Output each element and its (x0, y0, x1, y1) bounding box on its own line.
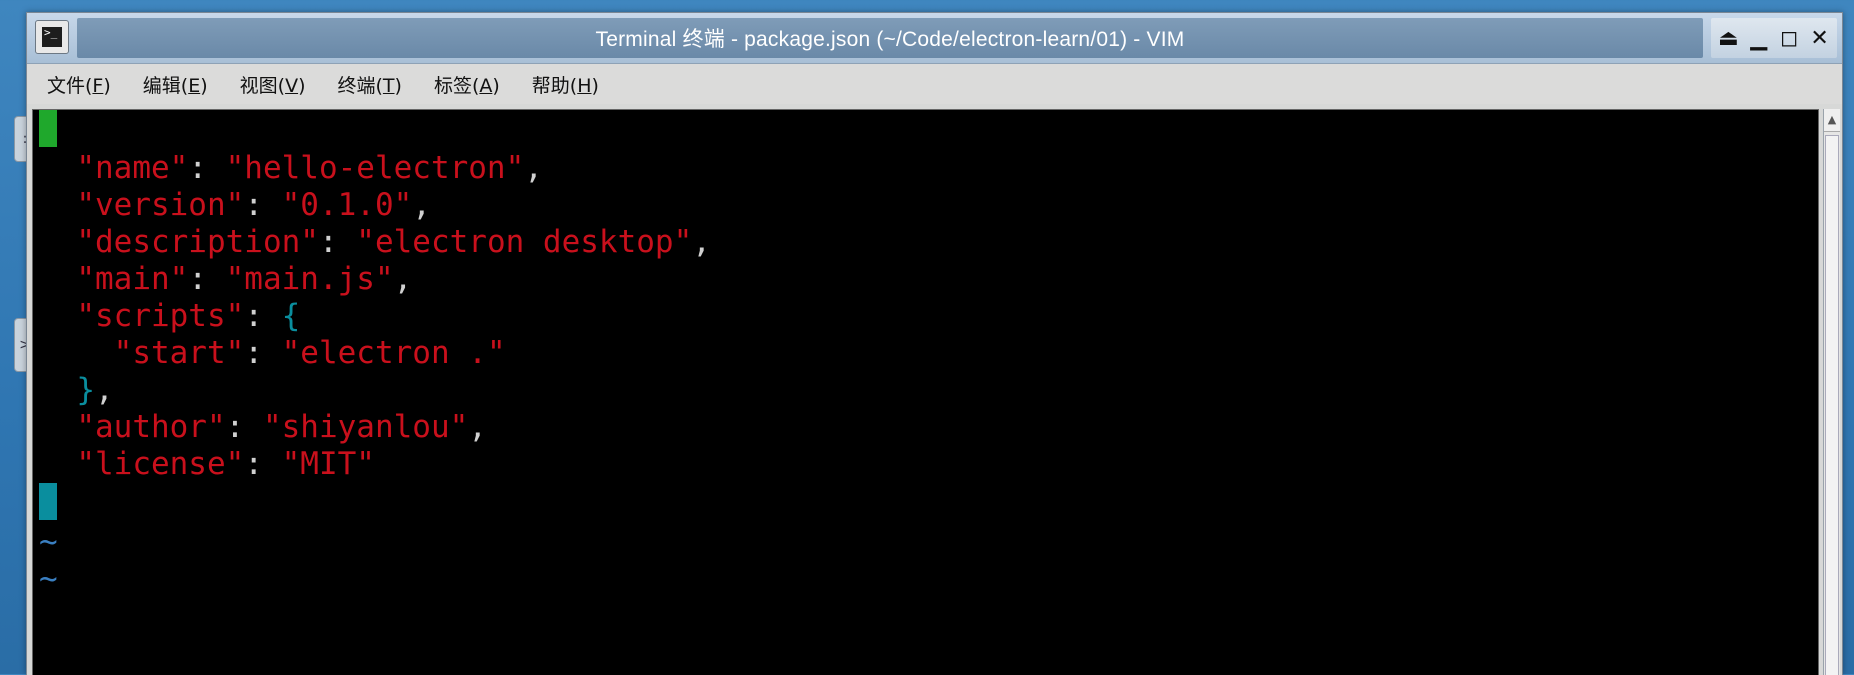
menu-help[interactable]: 帮助(H) (528, 67, 603, 102)
menu-view-key: V (285, 74, 299, 97)
editor-line: "license": "MIT" (39, 446, 375, 483)
json-value: "MIT" (281, 446, 375, 482)
menu-terminal[interactable]: 终端(T) (333, 67, 405, 102)
json-value: "0.1.0" (281, 187, 413, 223)
json-value: "electron ." (281, 335, 506, 371)
json-value: "main.js" (225, 261, 394, 297)
maximize-icon: ◻ (1780, 25, 1799, 51)
menu-tabs-key: A (479, 74, 493, 97)
editor-line: "version": "0.1.0", (39, 187, 431, 224)
shade-button[interactable]: ⏏ (1715, 24, 1741, 52)
cursor-bottom (39, 483, 57, 520)
json-key: "license" (76, 446, 245, 482)
json-key: "main" (76, 261, 189, 297)
editor-line: }, (39, 372, 114, 409)
json-key: "author" (76, 409, 226, 445)
json-separator: : (244, 298, 282, 334)
eject-icon: ⏏ (1717, 25, 1739, 51)
json-comma: , (468, 409, 487, 445)
json-separator: : (244, 187, 282, 223)
window-controls: ⏏ ▁ ◻ ✕ (1711, 18, 1837, 58)
editor-line: "description": "electron desktop", (39, 224, 711, 261)
json-key: "scripts" (76, 298, 245, 334)
editor-line-close (39, 483, 57, 520)
cursor-top (39, 110, 57, 147)
window-title: Terminal 终端 - package.json (~/Code/elect… (595, 28, 1185, 51)
json-value: "electron desktop" (356, 224, 693, 260)
menu-file-key: F (92, 74, 104, 97)
menu-edit-key: E (188, 74, 201, 97)
menu-help-suffix: ) (591, 74, 599, 97)
menu-file-label: 文件( (47, 74, 93, 97)
menu-terminal-suffix: ) (394, 74, 402, 97)
json-value: "shiyanlou" (262, 409, 469, 445)
json-separator: : (225, 409, 263, 445)
json-separator: : (244, 446, 282, 482)
maximize-button[interactable]: ◻ (1776, 24, 1802, 52)
json-comma: , (95, 372, 114, 408)
menu-tabs-suffix: ) (492, 74, 500, 97)
menu-edit-label: 编辑( (142, 74, 189, 97)
json-separator: : (188, 150, 226, 186)
json-separator: : (244, 335, 282, 371)
terminal-text-area[interactable]: "name": "hello-electron", "version": "0.… (32, 109, 1819, 675)
editor-line: "author": "shiyanlou", (39, 409, 487, 446)
json-key: "description" (76, 224, 319, 260)
json-separator: : (188, 261, 226, 297)
editor-line: "scripts": { (39, 298, 300, 335)
editor-line: "start": "electron ." (39, 335, 506, 372)
menu-file[interactable]: 文件(F) (43, 67, 115, 102)
json-key: "version" (76, 187, 245, 223)
json-value: "hello-electron" (225, 150, 525, 186)
title-text-area[interactable]: Terminal 终端 - package.json (~/Code/elect… (77, 18, 1703, 58)
minimize-button[interactable]: ▁ (1746, 24, 1772, 52)
scroll-thumb[interactable] (1825, 135, 1839, 675)
json-key: "start" (113, 335, 245, 371)
menu-terminal-label: 终端( (337, 74, 383, 97)
json-comma: , (412, 187, 431, 223)
minimize-icon: ▁ (1750, 25, 1768, 51)
empty-line-tilde: ~ (39, 524, 58, 560)
editor-line-open (39, 110, 57, 147)
menu-view-suffix: ) (298, 74, 306, 97)
menu-terminal-key: T (382, 74, 395, 97)
title-bar[interactable]: >_ Terminal 终端 - package.json (~/Code/el… (27, 13, 1842, 64)
terminal-app-icon[interactable]: >_ (35, 20, 69, 54)
editor-line: "name": "hello-electron", (39, 150, 543, 187)
terminal-prompt-icon: >_ (42, 27, 62, 47)
json-comma: , (692, 224, 711, 260)
menu-edit-suffix: ) (200, 74, 208, 97)
menu-view-label: 视图( (239, 74, 286, 97)
editor-line: "main": "main.js", (39, 261, 412, 298)
scroll-up-arrow-icon[interactable]: ▲ (1824, 109, 1840, 132)
menu-file-suffix: ) (103, 74, 111, 97)
empty-line-tilde: ~ (39, 561, 58, 597)
vertical-scrollbar[interactable]: ▲ (1823, 109, 1840, 675)
json-brace-open: { (281, 298, 301, 334)
close-button[interactable]: ✕ (1807, 24, 1833, 52)
json-comma: , (393, 261, 413, 297)
terminal-window: >_ Terminal 终端 - package.json (~/Code/el… (26, 12, 1843, 675)
menu-tabs-label: 标签( (433, 74, 480, 97)
json-separator: : (318, 224, 357, 260)
menu-help-label: 帮助( (531, 74, 578, 97)
menu-help-key: H (577, 74, 592, 97)
close-icon: ✕ (1810, 25, 1829, 51)
json-brace-close: } (76, 372, 95, 408)
menu-tabs[interactable]: 标签(A) (430, 67, 504, 102)
menu-view[interactable]: 视图(V) (236, 67, 310, 102)
menu-bar: 文件(F) 编辑(E) 视图(V) 终端(T) 标签(A) 帮助(H) (27, 64, 1842, 104)
json-comma: , (524, 150, 543, 186)
menu-edit[interactable]: 编辑(E) (139, 67, 212, 102)
json-key: "name" (76, 150, 189, 186)
